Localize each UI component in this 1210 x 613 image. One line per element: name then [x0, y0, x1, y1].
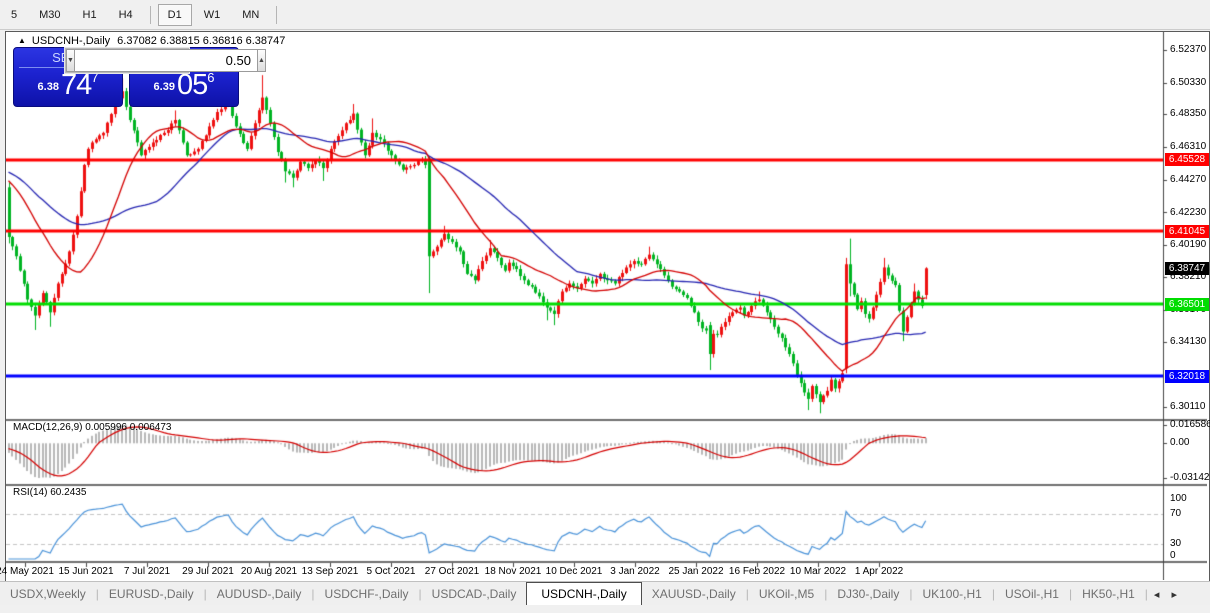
x-axis-date-label: 7 Jul 2021	[124, 566, 170, 577]
buy-price-prefix: 6.39	[154, 81, 175, 93]
timeframe-button-m30[interactable]: M30	[29, 4, 70, 26]
chart-tab-ukoil-m5[interactable]: UKOil-,M5	[749, 583, 824, 606]
chart-tab-usdcnh-daily[interactable]: USDCNH-,Daily	[526, 582, 641, 607]
x-axis-date-label: 10 Mar 2022	[790, 566, 846, 577]
chart-tab-bar: USDX,Weekly|EURUSD-,Daily|AUDUSD-,Daily|…	[0, 581, 1210, 606]
y-axis-price-label: 6.46310	[1170, 141, 1206, 152]
chart-tab-hk50-h1[interactable]: HK50-,H1	[1072, 583, 1145, 606]
y-axis-price-label: 6.48350	[1170, 108, 1206, 119]
rsi-name: RSI(14)	[13, 487, 47, 498]
chart-tab-uk100-h1[interactable]: UK100-,H1	[912, 583, 991, 606]
x-axis-date-label: 13 Sep 2021	[302, 566, 359, 577]
timeframe-button-5[interactable]: 5	[1, 4, 27, 26]
chart-tab-usoil-h1[interactable]: USOil-,H1	[995, 583, 1069, 606]
timeframe-button-w1[interactable]: W1	[194, 4, 231, 26]
level-price-label: 6.41045	[1165, 225, 1209, 238]
chart-tab-dj30-daily[interactable]: DJ30-,Daily	[827, 583, 909, 606]
level-price-label: 6.45528	[1165, 153, 1209, 166]
macd-main-value: 0.005996	[85, 422, 127, 433]
y-axis-price-label: 6.30110	[1170, 401, 1205, 412]
x-axis-date-label: 20 Aug 2021	[241, 566, 297, 577]
x-axis-date-label: 15 Jun 2021	[58, 566, 113, 577]
macd-axis-label: -0.031421	[1170, 472, 1210, 483]
rsi-indicator-label: RSI(14) 60.2435	[13, 487, 86, 498]
x-axis-date-label: 5 Oct 2021	[367, 566, 416, 577]
sell-price-big: 74	[61, 69, 91, 101]
volume-decrease-button[interactable]: ▼	[66, 49, 75, 72]
buy-price-big: 05	[177, 69, 207, 101]
y-axis-price-label: 6.52370	[1170, 44, 1206, 55]
x-axis-date-label: 27 Oct 2021	[425, 566, 479, 577]
macd-name: MACD(12,26,9)	[13, 422, 82, 433]
x-axis-date-label: 3 Jan 2022	[610, 566, 660, 577]
rsi-axis-label: 0	[1170, 550, 1176, 561]
y-axis-price-label: 6.40190	[1170, 239, 1206, 250]
x-axis-date-label: 24 May 2021	[0, 566, 54, 577]
macd-signal-value: 0.006473	[130, 422, 172, 433]
chart-tab-usdx-weekly[interactable]: USDX,Weekly	[0, 583, 96, 606]
status-strip	[0, 605, 1210, 613]
scroll-tabs-right-button[interactable]: ▸	[1165, 584, 1183, 606]
x-axis-date-label: 10 Dec 2021	[546, 566, 603, 577]
rsi-axis-label: 30	[1170, 538, 1181, 549]
timeframe-button-h4[interactable]: H4	[109, 4, 143, 26]
chart-tab-usdcad-daily[interactable]: USDCAD-,Daily	[422, 583, 527, 606]
chart-tab-eurusd-daily[interactable]: EURUSD-,Daily	[99, 583, 204, 606]
chart-tab-audusd-daily[interactable]: AUDUSD-,Daily	[207, 583, 312, 606]
x-axis-date-label: 16 Feb 2022	[729, 566, 785, 577]
price-chart-canvas[interactable]	[6, 32, 1207, 580]
chart-tab-usdchf-daily[interactable]: USDCHF-,Daily	[315, 583, 419, 606]
collapse-chart-icon[interactable]: ▲	[18, 36, 26, 45]
rsi-value: 60.2435	[50, 487, 86, 498]
x-axis-date-label: 25 Jan 2022	[668, 566, 723, 577]
chart-title: ▲ USDCNH-,Daily 6.37082 6.38815 6.36816 6.…	[18, 35, 285, 47]
sell-price-prefix: 6.38	[38, 81, 59, 93]
y-axis-price-label: 6.42230	[1170, 207, 1206, 218]
rsi-axis-label: 100	[1170, 493, 1187, 504]
volume-spinner: ▼ ▲	[65, 48, 189, 73]
chart-symbol-label: USDCNH-,Daily	[32, 35, 110, 47]
x-axis-date-label: 1 Apr 2022	[855, 566, 903, 577]
rsi-axis-label: 70	[1170, 508, 1181, 519]
volume-input[interactable]	[75, 49, 257, 72]
timeframe-button-mn[interactable]: MN	[232, 4, 269, 26]
scroll-tabs-left-button[interactable]: ◂	[1148, 584, 1166, 606]
chart-window: ▲ USDCNH-,Daily 6.37082 6.38815 6.36816 6.…	[5, 31, 1210, 583]
mt4-terminal: 5M30H1H4 D1W1MN ▲ USDCNH-,Daily 6.37082 6.3…	[0, 0, 1210, 613]
x-axis-date-label: 29 Jul 2021	[182, 566, 234, 577]
toolbar-separator	[150, 6, 151, 24]
one-click-trading-panel: SELL 6.38747 BUY 6.39056 ▼ ▲	[13, 47, 239, 106]
timeframe-button-d1[interactable]: D1	[158, 4, 192, 26]
timeframe-button-h1[interactable]: H1	[73, 4, 107, 26]
macd-axis-label: 0.00	[1170, 437, 1189, 448]
x-axis-date-label: 18 Nov 2021	[485, 566, 542, 577]
macd-indicator-label: MACD(12,26,9) 0.005996 0.006473	[13, 422, 171, 433]
y-axis-price-label: 6.34130	[1170, 336, 1206, 347]
chart-tab-xauusd-daily[interactable]: XAUUSD-,Daily	[642, 583, 746, 606]
buy-price-sup: 6	[207, 70, 214, 85]
volume-increase-button[interactable]: ▲	[257, 49, 266, 72]
level-price-label: 6.32018	[1165, 370, 1209, 383]
current-price-label: 6.38747	[1165, 262, 1209, 275]
sell-price: 6.38747	[14, 69, 122, 106]
y-axis-price-label: 6.50330	[1170, 77, 1206, 88]
macd-axis-label: 0.016586	[1170, 419, 1210, 430]
chart-ohlc-values: 6.37082 6.38815 6.36816 6.38747	[117, 35, 285, 47]
buy-price: 6.39056	[130, 69, 238, 106]
timeframe-toolbar: 5M30H1H4 D1W1MN	[0, 0, 1210, 30]
toolbar-separator	[276, 6, 277, 24]
level-price-label: 6.36501	[1165, 298, 1209, 311]
y-axis-price-label: 6.44270	[1170, 174, 1206, 185]
